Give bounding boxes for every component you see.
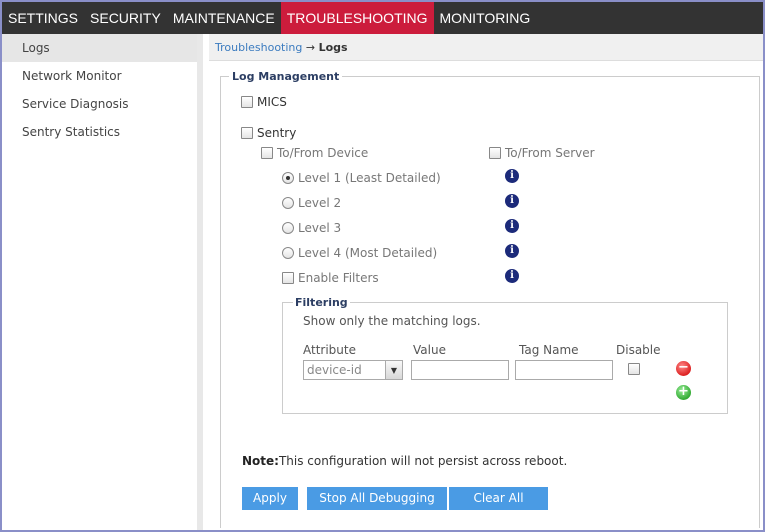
level-3-radio[interactable] [282,221,294,234]
enable-filters-checkbox[interactable] [282,271,294,284]
remove-filter-icon[interactable]: − [676,361,691,376]
sidebar-item-logs[interactable]: Logs [2,34,197,62]
level-3-row: Level 3 [282,220,341,235]
info-icon[interactable]: i [505,169,519,183]
note: Note:This configuration will not persist… [242,454,567,468]
tag-name-input[interactable] [515,360,613,380]
info-icon[interactable]: i [505,219,519,233]
level-4-row: Level 4 (Most Detailed) [282,245,437,260]
sidebar-item-network-monitor[interactable]: Network Monitor [2,62,197,90]
level-4-radio[interactable] [282,246,294,259]
level-3-label: Level 3 [298,220,342,235]
note-text: This configuration will not persist acro… [278,454,568,468]
value-input[interactable] [411,360,509,380]
to-from-server-row: To/From Server [489,145,595,160]
to-from-device-row: To/From Device [261,145,368,160]
enable-filters-row: Enable Filters [282,270,379,285]
apply-button[interactable]: Apply [242,487,298,510]
value-column-header: Value [413,343,446,357]
sidebar-item-sentry-statistics[interactable]: Sentry Statistics [2,118,197,146]
log-management-legend: Log Management [232,70,340,83]
mics-checkbox[interactable] [241,95,253,108]
breadcrumb-current: Logs [318,41,348,54]
attribute-column-header: Attribute [303,343,356,357]
tab-monitoring[interactable]: MONITORING [434,2,537,34]
disable-checkbox[interactable] [628,363,640,375]
sentry-label: Sentry [257,125,297,140]
level-4-label: Level 4 (Most Detailed) [298,245,438,260]
tab-security[interactable]: SECURITY [84,2,167,34]
level-2-label: Level 2 [298,195,342,210]
tab-troubleshooting[interactable]: TROUBLESHOOTING [280,2,434,34]
disable-column-header: Disable [616,343,661,357]
sentry-checkbox[interactable] [241,126,253,139]
stop-all-debugging-button[interactable]: Stop All Debugging [307,487,447,510]
main-panel: Log Management MICS Sentry To/From Devic… [209,61,763,530]
tab-maintenance[interactable]: MAINTENANCE [167,2,281,34]
level-1-label: Level 1 (Least Detailed) [298,170,441,185]
level-1-radio[interactable] [282,171,294,184]
filtering-legend: Filtering [295,296,348,309]
sidebar-item-service-diagnosis[interactable]: Service Diagnosis [2,90,197,118]
level-2-radio[interactable] [282,196,294,209]
tab-settings[interactable]: SETTINGS [2,2,84,34]
breadcrumb-link-troubleshooting[interactable]: Troubleshooting [215,41,302,54]
mics-label: MICS [257,94,287,109]
attribute-select[interactable]: device-id ▼ [303,360,403,380]
breadcrumb: Troubleshooting → Logs [209,34,763,61]
note-prefix: Note: [242,454,279,468]
enable-filters-label: Enable Filters [298,270,379,285]
mics-row: MICS [241,94,287,109]
chevron-down-icon: ▼ [385,361,402,379]
info-icon[interactable]: i [505,269,519,283]
attribute-select-value: device-id [307,363,362,377]
level-1-row: Level 1 (Least Detailed) [282,170,441,185]
to-from-device-checkbox[interactable] [261,146,273,159]
info-icon[interactable]: i [505,244,519,258]
to-from-server-checkbox[interactable] [489,146,501,159]
clear-all-logs-button[interactable]: Clear All Logs [449,487,548,528]
to-from-server-label: To/From Server [505,145,595,160]
add-filter-icon[interactable]: + [676,385,691,400]
tag-name-column-header: Tag Name [519,343,579,357]
sentry-row: Sentry [241,125,296,140]
level-2-row: Level 2 [282,195,341,210]
top-nav: SETTINGS SECURITY MAINTENANCE TROUBLESHO… [2,2,763,34]
sidebar: Logs Network Monitor Service Diagnosis S… [2,34,203,530]
to-from-device-label: To/From Device [277,145,369,160]
info-icon[interactable]: i [505,194,519,208]
filtering-description: Show only the matching logs. [303,314,481,328]
breadcrumb-arrow: → [305,41,316,54]
